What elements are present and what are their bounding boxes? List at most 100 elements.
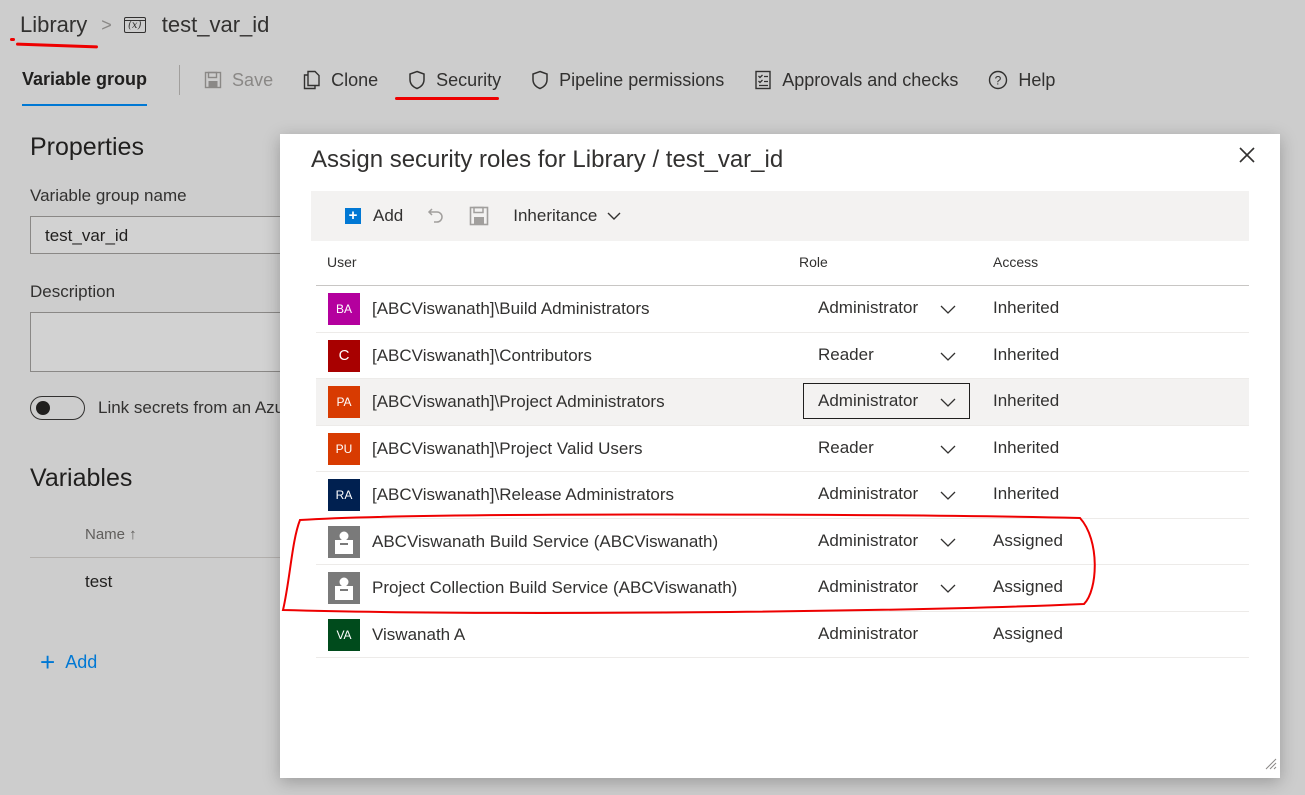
breadcrumb: Library > (x) test_var_id (20, 12, 269, 38)
name-column-header[interactable]: Name ↑ (85, 526, 137, 543)
help-label: Help (1018, 69, 1056, 90)
service-account-icon (328, 572, 360, 604)
variable-group-icon: (x) (123, 17, 146, 33)
security-table: BA [ABCViswanath]\Build Administrators Adm… (316, 286, 1249, 658)
role-value[interactable]: Administrator (818, 391, 918, 411)
dialog-title: Assign security roles for Library / test… (311, 146, 784, 173)
service-account-icon (328, 525, 360, 558)
chevron-down-icon[interactable] (940, 300, 956, 320)
avatar: PU (328, 432, 360, 465)
variable-name[interactable]: test (85, 572, 112, 592)
table-row[interactable]: PA [ABCViswanath]\Project Administrators A… (316, 379, 1249, 426)
pipeline-permissions-button[interactable]: Pipeline permissions (531, 70, 724, 91)
resize-grip-icon[interactable] (1265, 757, 1277, 775)
user-name: [ABCViswanath]\Build Administrators (372, 299, 650, 318)
user-name: [ABCViswanath]\Contributors (372, 345, 592, 365)
column-role: Role (799, 254, 828, 270)
save-button[interactable]: Save (204, 70, 273, 91)
user-name: Project Collection Build Service (ABCVis… (372, 578, 738, 597)
chevron-right-icon: > (101, 14, 112, 35)
annotation-underline-security (395, 97, 499, 100)
clone-button[interactable]: Clone (303, 70, 378, 91)
chevron-down-icon[interactable] (940, 347, 956, 367)
variable-group-name-label: Variable group name (30, 186, 187, 205)
toolbar-divider (179, 65, 181, 95)
user-name: ABCViswanath Build Service (ABCViswanath… (372, 531, 719, 551)
toolbar: Variable group Save Clone Security Pipel… (22, 64, 1085, 106)
variables-title: Variables (30, 464, 133, 492)
save-label: Save (232, 69, 274, 90)
role-value[interactable]: Administrator (818, 484, 918, 504)
access-value: Inherited (993, 484, 1060, 503)
undo-icon[interactable] (427, 206, 445, 226)
add-variable-button[interactable]: + Add (40, 647, 97, 678)
avatar: C (328, 339, 360, 372)
help-icon: ? (988, 70, 1008, 90)
annotation-underline-library (15, 42, 99, 48)
description-input[interactable] (30, 312, 290, 372)
column-user: User (327, 254, 357, 270)
security-dialog: Assign security roles for Library / test… (280, 134, 1280, 778)
role-value[interactable]: Reader (818, 345, 874, 365)
close-icon[interactable] (1236, 144, 1258, 166)
approvals-label: Approvals and checks (782, 69, 959, 90)
table-row[interactable]: PU [ABCViswanath]\Project Valid Users Read… (316, 426, 1249, 472)
link-secrets-label: Link secrets from an Azu (98, 398, 285, 417)
table-row[interactable]: VA Viswanath A Administrator Assigned (316, 612, 1249, 658)
plus-icon: + (40, 647, 56, 677)
avatar: RA (328, 479, 360, 511)
tab-variable-group[interactable]: Variable group (22, 69, 148, 106)
role-value[interactable]: Administrator (818, 577, 918, 597)
approvals-button[interactable]: Approvals and checks (754, 70, 958, 91)
chevron-down-icon[interactable] (940, 533, 956, 553)
inheritance-label: Inheritance (513, 206, 598, 225)
inheritance-dropdown[interactable]: Inheritance (513, 206, 621, 226)
access-value: Inherited (993, 344, 1060, 364)
link-secrets-toggle[interactable] (30, 396, 85, 420)
chevron-down-icon[interactable] (940, 579, 956, 599)
chevron-down-icon[interactable] (940, 440, 956, 460)
variable-group-name-input[interactable]: test_var_id (30, 216, 290, 254)
chevron-down-icon (607, 206, 621, 226)
role-value[interactable]: Administrator (818, 531, 918, 551)
save-icon (204, 71, 222, 89)
checklist-icon (754, 70, 772, 90)
access-value: Assigned (993, 577, 1063, 596)
save-icon[interactable] (469, 206, 489, 226)
add-icon[interactable]: + (345, 208, 361, 224)
properties-title: Properties (30, 133, 144, 161)
description-label: Description (30, 282, 116, 301)
annotation-dot (10, 38, 15, 41)
breadcrumb-library[interactable]: Library (20, 12, 87, 38)
security-label: Security (436, 69, 502, 90)
breadcrumb-item: test_var_id (161, 12, 270, 37)
security-button[interactable]: Security (408, 70, 501, 91)
access-value: Assigned (993, 530, 1063, 550)
chevron-down-icon[interactable] (940, 393, 956, 413)
add-button[interactable]: Add (373, 206, 403, 226)
access-value: Inherited (993, 391, 1060, 410)
user-name: [ABCViswanath]\Project Administrators (372, 392, 665, 411)
help-button[interactable]: ? Help (988, 70, 1055, 91)
chevron-down-icon[interactable] (940, 486, 956, 506)
command-bar: + Add Inheritance (311, 191, 1249, 241)
role-value[interactable]: Administrator (818, 298, 918, 318)
pipeline-permissions-label: Pipeline permissions (559, 69, 725, 90)
clone-label: Clone (331, 69, 379, 90)
role-value[interactable]: Reader (818, 438, 874, 458)
clone-icon (303, 70, 321, 90)
user-name: [ABCViswanath]\Release Administrators (372, 485, 675, 504)
avatar: VA (328, 618, 360, 651)
user-name: Viswanath A (372, 624, 466, 644)
access-value: Inherited (993, 298, 1060, 317)
table-row[interactable]: BA [ABCViswanath]\Build Administrators Adm… (316, 286, 1249, 333)
user-name: [ABCViswanath]\Project Valid Users (372, 438, 643, 458)
table-row[interactable]: RA [ABCViswanath]\Release Administrators A… (316, 472, 1249, 519)
avatar: PA (328, 386, 360, 418)
avatar: BA (328, 293, 360, 325)
table-row[interactable]: C [ABCViswanath]\Contributors Reader Inheri… (316, 333, 1249, 379)
column-access: Access (993, 254, 1039, 270)
shield-icon (531, 70, 549, 90)
table-row[interactable]: Project Collection Build Service (ABCVis… (316, 565, 1249, 612)
table-row[interactable]: ABCViswanath Build Service (ABCViswanath… (316, 519, 1249, 565)
